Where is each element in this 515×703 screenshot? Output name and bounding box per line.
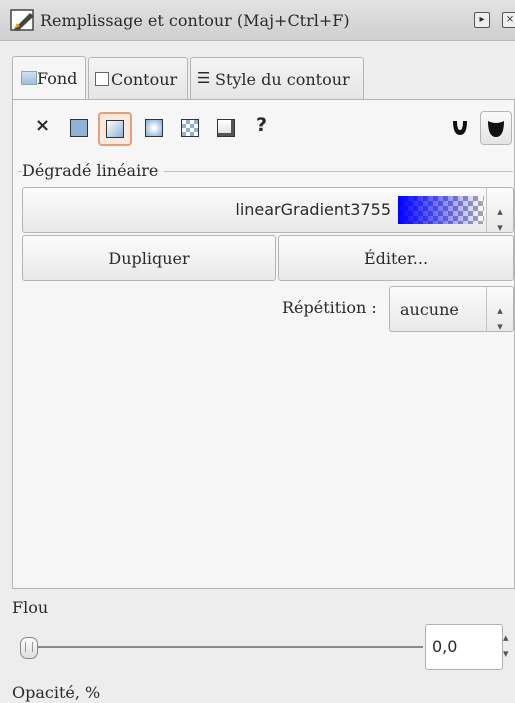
- fill-stroke-icon: [10, 9, 34, 31]
- repeat-arrows-icon: ▴ ▾: [486, 287, 513, 333]
- swatch-button[interactable]: [211, 113, 239, 141]
- question-icon: ?: [256, 114, 268, 136]
- tab-fill-label: Fond: [37, 69, 78, 88]
- gradient-section-label: Dégradé linéaire: [22, 161, 165, 180]
- close-icon[interactable]: ×: [502, 12, 515, 28]
- fill-rule-evenodd-icon: [453, 121, 467, 135]
- unset-paint-button[interactable]: ?: [248, 113, 276, 141]
- radial-gradient-icon: [145, 119, 163, 137]
- blur-spin-arrows-icon[interactable]: ▴ ▾: [503, 630, 509, 662]
- combo-arrows-icon: ▴ ▾: [486, 188, 513, 234]
- grip-icon: [25, 642, 33, 652]
- tab-fill[interactable]: Fond: [12, 56, 86, 102]
- panel-title: Remplissage et contour (Maj+Ctrl+F): [40, 11, 350, 30]
- duplicate-button[interactable]: Dupliquer: [22, 235, 276, 281]
- blur-slider-handle[interactable]: [20, 637, 38, 659]
- repeat-value: aucune: [400, 300, 459, 319]
- repeat-label: Répétition :: [282, 298, 377, 317]
- blur-label: Flou: [12, 598, 49, 617]
- x-icon: ×: [35, 115, 51, 136]
- blur-value-input[interactable]: 0,0: [425, 624, 503, 670]
- pattern-icon: [181, 119, 199, 137]
- opacity-label: Opacité, %: [12, 683, 101, 702]
- gradient-preview: [398, 196, 484, 224]
- gradient-name: linearGradient3755: [235, 200, 391, 219]
- edit-gradient-button[interactable]: Éditer...: [278, 235, 514, 281]
- stroke-style-icon: ☰: [197, 69, 211, 87]
- dock-button[interactable]: ▸: [474, 12, 490, 28]
- panel-titlebar: Remplissage et contour (Maj+Ctrl+F) ▸ ×: [0, 0, 515, 41]
- duplicate-label: Dupliquer: [108, 249, 190, 268]
- repeat-select[interactable]: aucune ▴ ▾: [389, 286, 514, 333]
- no-paint-button[interactable]: ×: [28, 113, 56, 141]
- fill-rule-evenodd-button[interactable]: [446, 113, 474, 141]
- swatch-icon: [217, 119, 235, 137]
- blur-value: 0,0: [432, 637, 458, 656]
- linear-gradient-button[interactable]: [98, 112, 132, 146]
- fill-rule-nonzero-icon: [488, 121, 504, 137]
- blur-slider-track[interactable]: [27, 646, 423, 648]
- flat-color-button[interactable]: [64, 113, 92, 141]
- tab-stroke-style-label: Style du contour: [215, 70, 350, 89]
- stroke-tab-icon: [95, 72, 109, 86]
- tab-stroke-paint[interactable]: Contour: [88, 57, 188, 101]
- tab-stroke-paint-label: Contour: [111, 70, 178, 89]
- flat-color-icon: [70, 119, 88, 137]
- radial-gradient-button[interactable]: [139, 113, 167, 141]
- tab-stroke-style[interactable]: ☰ Style du contour: [190, 57, 364, 101]
- linear-gradient-icon: [106, 120, 124, 138]
- pattern-button[interactable]: [175, 113, 203, 141]
- fill-rule-nonzero-button[interactable]: [480, 111, 512, 145]
- gradient-selector[interactable]: linearGradient3755 ▴ ▾: [22, 187, 514, 234]
- fill-tab-icon: [21, 71, 37, 85]
- edit-label: Éditer...: [363, 249, 429, 268]
